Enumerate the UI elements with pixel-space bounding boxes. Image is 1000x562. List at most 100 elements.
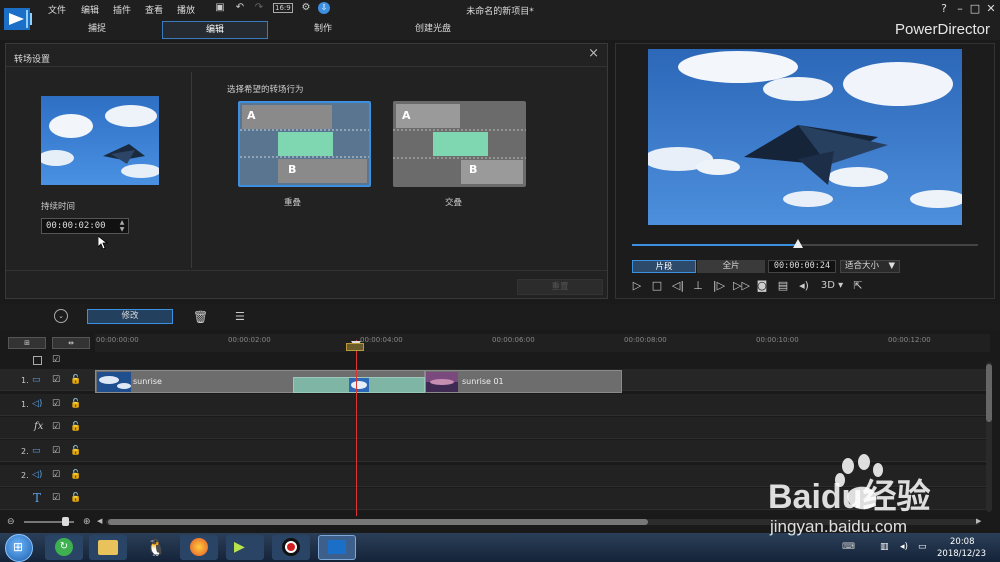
folder-icon <box>98 540 118 555</box>
overlap-option[interactable]: A B <box>238 101 371 187</box>
taskbar-qq[interactable]: 🐧 <box>135 535 173 560</box>
track-enable-checkbox[interactable]: ☑ <box>52 399 60 409</box>
track-lock-icon[interactable]: 🔓 <box>70 493 81 503</box>
clock-date[interactable]: 2018/12/23 <box>937 549 986 559</box>
track-lock-icon[interactable]: 🔓 <box>70 470 81 480</box>
modify-button[interactable]: 修改 <box>87 309 173 324</box>
track-enable-checkbox[interactable]: ☑ <box>52 470 60 480</box>
duration-input[interactable]: 00:00:02:00 <box>41 218 129 234</box>
playhead-range-marker <box>346 343 364 351</box>
undock-preview-icon[interactable]: ⇱ <box>851 279 865 293</box>
timeline-playhead[interactable] <box>356 340 357 516</box>
track-enable-checkbox[interactable]: ☑ <box>52 422 60 432</box>
select-all-checkbox[interactable] <box>33 356 42 365</box>
duration-stepper[interactable]: ▲ ▼ <box>117 219 127 233</box>
taskbar-editor[interactable]: ▶ <box>226 535 264 560</box>
play-icon[interactable]: ▷ <box>630 279 644 293</box>
clip-name: sunrise 01 <box>462 377 504 386</box>
previous-frame-icon[interactable]: ◁| <box>671 279 685 293</box>
expand-chevron-icon[interactable]: ⌄ <box>54 309 68 323</box>
aspect-ratio-button[interactable]: 16:9 <box>273 3 293 13</box>
tab-edit[interactable]: 编辑 <box>162 21 268 39</box>
scroll-right-icon[interactable]: ▶ <box>976 517 981 525</box>
update-notification-icon[interactable]: ⇩ <box>318 2 330 14</box>
track-lock-icon[interactable]: 🔓 <box>70 375 81 385</box>
battery-tray-icon[interactable]: ▭ <box>918 542 927 552</box>
tab-produce[interactable]: 制作 <box>286 21 360 37</box>
reset-button[interactable]: 重置 <box>517 279 603 295</box>
preview-scrub-handle[interactable] <box>793 239 803 248</box>
track-lock-icon[interactable]: 🔓 <box>70 422 81 432</box>
taskbar-firefox[interactable] <box>180 535 218 560</box>
menu-play[interactable]: 播放 <box>177 3 195 16</box>
volume-icon[interactable]: ◂) <box>797 279 811 293</box>
taskbar-explorer[interactable] <box>89 535 127 560</box>
settings-gear-icon[interactable]: ⚙ <box>300 2 312 14</box>
track-enable-checkbox[interactable]: ☑ <box>52 375 60 385</box>
start-button[interactable]: ⊞ <box>5 534 33 562</box>
zoom-slider-handle[interactable] <box>62 517 69 526</box>
minimize-button[interactable]: – <box>952 2 968 15</box>
volume-tray-icon[interactable]: ◂) <box>900 542 908 552</box>
menu-view[interactable]: 查看 <box>145 3 163 16</box>
track-row-audio-1 <box>0 394 990 416</box>
storyboard-view-button[interactable]: ⊞ <box>8 337 46 349</box>
zoom-in-icon[interactable]: ⊕ <box>83 517 91 527</box>
vertical-scrollbar-thumb[interactable] <box>986 364 992 422</box>
divider <box>6 66 607 67</box>
undo-icon[interactable]: ↶ <box>234 2 246 14</box>
transition-clip[interactable] <box>293 377 425 393</box>
audio-track-icon: ◁) <box>32 399 43 409</box>
movie-mode-button[interactable]: 全片 <box>697 260 765 273</box>
ruler-label: 00:00:00:00 <box>96 336 139 344</box>
zoom-select[interactable]: 适合大小 ▼ <box>840 260 900 273</box>
track-enable-checkbox[interactable]: ☑ <box>52 446 60 456</box>
more-functions-icon[interactable]: ☰ <box>235 310 245 323</box>
taskbar-recorder[interactable] <box>272 535 310 560</box>
redo-icon[interactable]: ↷ <box>253 2 265 14</box>
clip-mode-button[interactable]: 片段 <box>632 260 696 273</box>
taskbar-app-360[interactable]: ↻ <box>45 535 83 560</box>
tab-create-disc[interactable]: 创建光盘 <box>396 21 470 37</box>
penguin-icon: 🐧 <box>146 538 166 557</box>
scroll-left-icon[interactable]: ◀ <box>97 517 102 525</box>
track-a-label: A <box>247 109 256 122</box>
zoom-out-icon[interactable]: ⊖ <box>7 517 15 527</box>
snapshot-camera-icon[interactable]: ◙ <box>755 279 769 293</box>
ruler-label: 00:00:04:00 <box>360 336 403 344</box>
trash-icon[interactable]: 🗑 <box>193 310 208 324</box>
windows-logo-icon: ⊞ <box>13 540 24 554</box>
menu-file[interactable]: 文件 <box>48 3 66 16</box>
save-icon[interactable]: ▣ <box>214 2 226 14</box>
track-lock-icon[interactable]: 🔓 <box>70 446 81 456</box>
preview-timecode[interactable]: 00:00:00:24 <box>768 260 836 273</box>
fast-forward-icon[interactable]: ▷▷ <box>733 279 750 293</box>
divider <box>191 72 192 268</box>
help-button[interactable]: ? <box>936 2 952 15</box>
taskbar-powerdirector[interactable] <box>318 535 356 560</box>
fit-timeline-button[interactable]: ⇹ <box>52 337 90 349</box>
split-marker-icon[interactable]: ⊥ <box>691 279 705 293</box>
baidu-jingyan-watermark: Baidu经验 jingyan.baidu.com <box>768 454 930 536</box>
close-button[interactable]: ✕ <box>983 2 999 15</box>
track-a-label: A <box>402 109 411 122</box>
track-enable-checkbox[interactable]: ☑ <box>52 493 60 503</box>
network-tray-icon[interactable]: ▥ <box>880 542 889 552</box>
title-track-icon: T <box>33 491 42 505</box>
keyboard-tray-icon[interactable]: ⌨ <box>842 542 855 552</box>
video-clip-sunrise-01[interactable]: sunrise 01 <box>425 370 622 393</box>
enable-all-checkbox[interactable]: ☑ <box>52 355 60 365</box>
cross-option[interactable]: A B <box>393 101 526 187</box>
maximize-button[interactable]: □ <box>967 2 983 15</box>
next-frame-icon[interactable]: |▷ <box>712 279 726 293</box>
close-icon[interactable]: × <box>588 46 599 61</box>
menu-plugins[interactable]: 插件 <box>113 3 131 16</box>
track-lock-icon[interactable]: 🔓 <box>70 399 81 409</box>
stop-icon[interactable]: □ <box>650 279 664 293</box>
tab-capture[interactable]: 捕捉 <box>60 21 134 37</box>
subtitle-icon[interactable]: ▤ <box>776 279 790 293</box>
refresh-app-icon: ↻ <box>55 538 73 556</box>
menu-edit[interactable]: 编辑 <box>81 3 99 16</box>
3d-mode-button[interactable]: 3D ▾ <box>818 279 846 293</box>
horizontal-scrollbar-thumb[interactable] <box>108 519 648 525</box>
